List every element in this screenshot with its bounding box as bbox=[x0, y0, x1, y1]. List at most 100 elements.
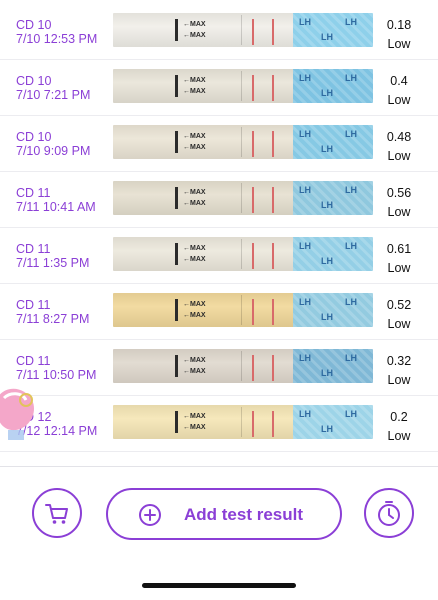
control-line bbox=[272, 243, 274, 269]
arrow-icon: ← bbox=[183, 200, 190, 207]
entry-meta: CD 10 7/10 9:09 PM bbox=[16, 130, 90, 158]
lh-mark: LH bbox=[321, 88, 333, 98]
control-line bbox=[272, 75, 274, 101]
lh-value: 0.32 bbox=[386, 354, 412, 368]
arrow-icon: ← bbox=[183, 357, 190, 364]
test-result-row[interactable]: CD 10 7/10 9:09 PM ←MAX ←MAX LH LH LH 0.… bbox=[0, 116, 438, 172]
lh-value: 0.4 bbox=[390, 74, 408, 88]
entry-meta: CD 11 7/11 8:27 PM bbox=[16, 298, 89, 326]
strip-max-text: MAX bbox=[190, 200, 206, 207]
strip-max-label: ←MAX bbox=[183, 77, 206, 84]
cycle-day: CD 11 bbox=[16, 242, 51, 256]
arrow-icon: ← bbox=[183, 312, 190, 319]
test-strip-photo: ←MAX ←MAX LH LH LH bbox=[113, 13, 373, 47]
strip-brand-section: LH LH LH bbox=[293, 349, 373, 383]
arrow-icon: ← bbox=[183, 21, 190, 28]
strip-max-label: ←MAX bbox=[183, 413, 206, 420]
control-line bbox=[272, 299, 274, 325]
lh-value: 0.56 bbox=[386, 186, 412, 200]
strip-result-window bbox=[241, 239, 295, 269]
cycle-day: CD 11 bbox=[16, 298, 51, 312]
arrow-icon: ← bbox=[183, 424, 190, 431]
arrow-icon: ← bbox=[183, 256, 190, 263]
lh-mark: LH bbox=[299, 409, 311, 419]
strip-result-window bbox=[241, 295, 295, 325]
strip-max-text: MAX bbox=[190, 21, 206, 28]
lh-level: Low bbox=[387, 317, 411, 331]
lh-mark: LH bbox=[321, 32, 333, 42]
strip-brand-section: LH LH LH bbox=[293, 181, 373, 215]
add-test-result-button[interactable]: Add test result bbox=[106, 488, 342, 540]
timer-button[interactable] bbox=[364, 488, 414, 538]
test-line bbox=[252, 243, 254, 269]
strip-max-text: MAX bbox=[190, 245, 206, 252]
strip-max-text: MAX bbox=[190, 32, 206, 39]
lh-reading: 0.56 Low bbox=[384, 184, 414, 222]
strip-brand-section: LH LH LH bbox=[293, 13, 373, 47]
test-result-row[interactable]: CD 10 7/10 12:53 PM ←MAX ←MAX LH LH LH 0… bbox=[0, 4, 438, 60]
strip-max-label: ←MAX bbox=[183, 144, 206, 151]
strip-max-label: ←MAX bbox=[183, 88, 206, 95]
test-result-row[interactable]: CD 12 7/12 12:14 PM ←MAX ←MAX LH LH LH 0… bbox=[0, 396, 438, 452]
strip-max-text: MAX bbox=[190, 301, 206, 308]
test-result-row[interactable]: CD 11 7/11 8:27 PM ←MAX ←MAX LH LH LH 0.… bbox=[0, 284, 438, 340]
strip-max-text: MAX bbox=[190, 88, 206, 95]
entry-meta: CD 10 7/10 7:21 PM bbox=[16, 74, 90, 102]
lh-value: 0.18 bbox=[386, 18, 412, 32]
entry-datetime: 7/10 7:21 PM bbox=[16, 88, 91, 102]
lh-mark: LH bbox=[345, 409, 357, 419]
strip-max-text: MAX bbox=[190, 368, 206, 375]
shop-button[interactable] bbox=[32, 488, 82, 538]
lh-mark: LH bbox=[299, 73, 311, 83]
strip-result-window bbox=[241, 71, 295, 101]
strip-result-window bbox=[241, 183, 295, 213]
arrow-icon: ← bbox=[183, 368, 190, 375]
test-result-row[interactable]: CD 10 7/10 7:21 PM ←MAX ←MAX LH LH LH 0.… bbox=[0, 60, 438, 116]
lh-level: Low bbox=[387, 205, 411, 219]
lh-value: 0.48 bbox=[386, 130, 412, 144]
entry-datetime: 7/11 8:27 PM bbox=[16, 312, 90, 326]
strip-max-text: MAX bbox=[190, 144, 206, 151]
lh-reading: 0.32 Low bbox=[384, 352, 414, 390]
test-result-row[interactable]: CD 11 7/11 10:41 AM ←MAX ←MAX LH LH LH 0… bbox=[0, 172, 438, 228]
lh-level: Low bbox=[387, 429, 411, 443]
lh-reading: 0.52 Low bbox=[384, 296, 414, 334]
control-line bbox=[272, 19, 274, 45]
lh-mark: LH bbox=[321, 256, 333, 266]
strip-max-label: ←MAX bbox=[183, 245, 206, 252]
arrow-icon: ← bbox=[183, 189, 190, 196]
test-strip-photo: ←MAX ←MAX LH LH LH bbox=[113, 181, 373, 215]
lh-mark: LH bbox=[299, 353, 311, 363]
strip-brand-section: LH LH LH bbox=[293, 237, 373, 271]
strip-max-label: ←MAX bbox=[183, 200, 206, 207]
divider bbox=[0, 466, 438, 467]
lh-mark: LH bbox=[321, 368, 333, 378]
test-line bbox=[252, 411, 254, 437]
test-line bbox=[252, 131, 254, 157]
lh-mark: LH bbox=[321, 144, 333, 154]
arrow-icon: ← bbox=[183, 144, 190, 151]
entry-meta: CD 11 7/11 10:41 AM bbox=[16, 186, 96, 214]
strip-max-marker bbox=[175, 243, 178, 265]
plus-circle-icon bbox=[139, 504, 161, 526]
strip-max-marker bbox=[175, 187, 178, 209]
strip-max-label: ←MAX bbox=[183, 301, 206, 308]
control-line bbox=[272, 187, 274, 213]
entry-meta: CD 11 7/11 1:35 PM bbox=[16, 242, 89, 270]
test-result-row[interactable]: CD 11 7/11 1:35 PM ←MAX ←MAX LH LH LH 0.… bbox=[0, 228, 438, 284]
strip-max-label: ←MAX bbox=[183, 312, 206, 319]
cycle-day: CD 11 bbox=[16, 186, 51, 200]
strip-max-marker bbox=[175, 19, 178, 41]
lh-mark: LH bbox=[321, 312, 333, 322]
lh-reading: 0.48 Low bbox=[384, 128, 414, 166]
test-results-list[interactable]: CD 10 7/10 12:53 PM ←MAX ←MAX LH LH LH 0… bbox=[0, 0, 438, 466]
strip-max-text: MAX bbox=[190, 133, 206, 140]
test-line bbox=[252, 187, 254, 213]
test-result-row[interactable]: CD 11 7/11 10:50 PM ←MAX ←MAX LH LH LH 0… bbox=[0, 340, 438, 396]
home-indicator[interactable] bbox=[142, 583, 296, 588]
lh-level: Low bbox=[387, 373, 411, 387]
lh-mark: LH bbox=[345, 129, 357, 139]
strip-max-text: MAX bbox=[190, 189, 206, 196]
lh-mark: LH bbox=[299, 297, 311, 307]
lh-mark: LH bbox=[345, 297, 357, 307]
